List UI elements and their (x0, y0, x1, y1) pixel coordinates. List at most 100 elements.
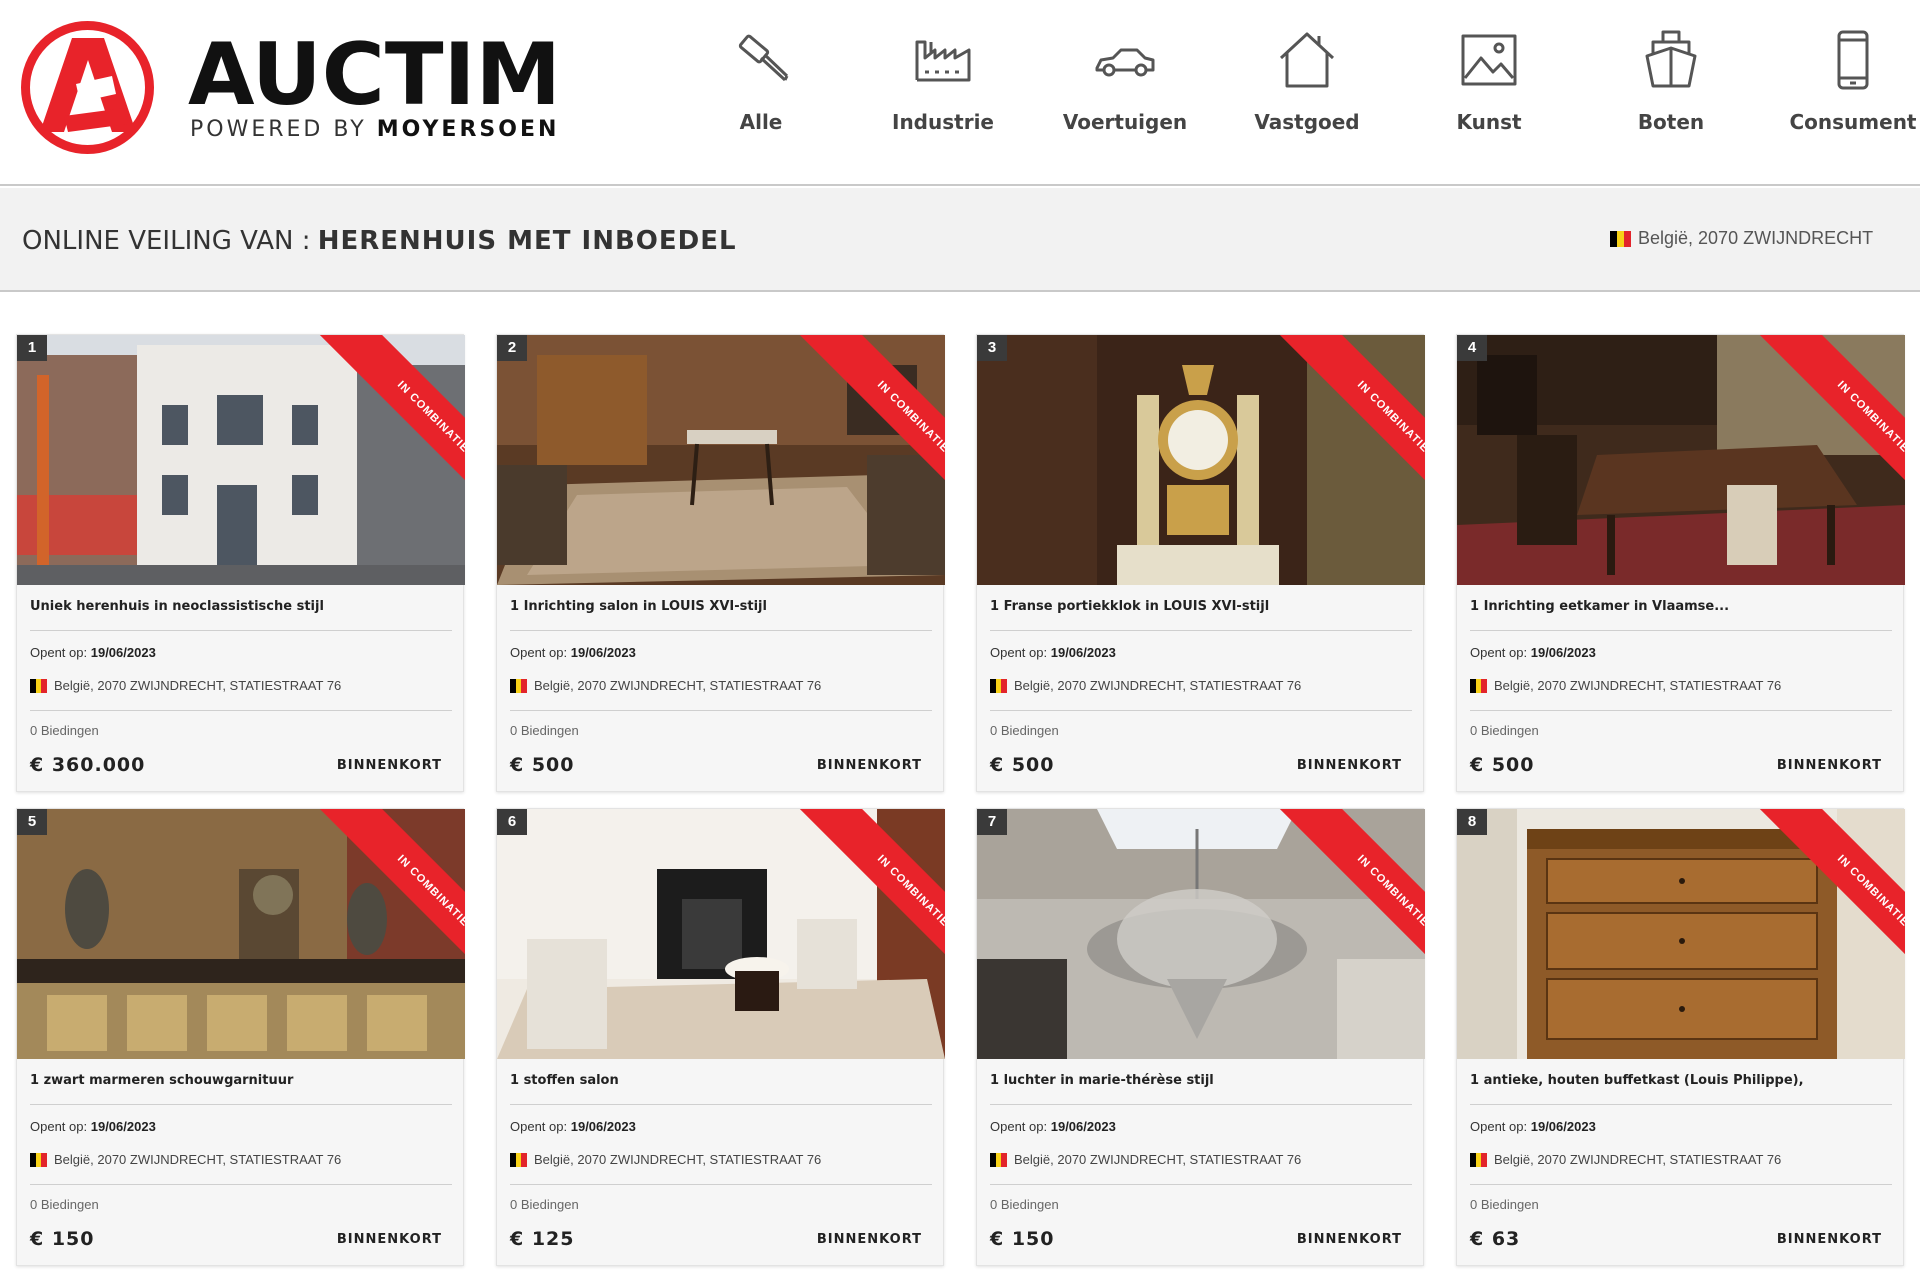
lot-status: BINNENKORT (816, 757, 922, 773)
divider (510, 710, 932, 711)
address-text: België, 2070 ZWIJNDRECHT, STATIESTRAAT 7… (54, 1152, 342, 1167)
address-text: België, 2070 ZWIJNDRECHT, STATIESTRAAT 7… (1494, 1152, 1782, 1167)
lot-card[interactable]: 7 In combinatie 1 luchter in marie-thérè… (976, 808, 1425, 1266)
lot-title[interactable]: 1 Franse portiekklok in LOUIS XVI-stijl (990, 599, 1411, 617)
belgium-flag-icon (1610, 230, 1631, 247)
lot-image[interactable]: 2 In combinatie (497, 335, 945, 585)
price-row: € 500 BINNENKORT (1470, 754, 1892, 776)
price-row: € 150 BINNENKORT (30, 1228, 452, 1250)
lot-card[interactable]: 2 In combinatie 1 Inrichting salon in LO… (496, 334, 945, 792)
lot-title[interactable]: 1 zwart marmeren schouwgarnituur (30, 1073, 451, 1091)
nav-item-boten[interactable]: Boten (1580, 28, 1762, 148)
divider (30, 630, 452, 631)
ribbon-label: In combinatie (1271, 809, 1425, 1009)
car-icon (1095, 48, 1155, 77)
lot-image[interactable]: 1 In combinatie (17, 335, 465, 585)
lot-image[interactable]: 8 In combinatie (1457, 809, 1905, 1059)
opens-label: Opent op: (1470, 645, 1528, 660)
lot-card[interactable]: 1 In combinatie Uniek herenhuis in neocl… (16, 334, 465, 792)
lot-opens: Opent op: 19/06/2023 (1470, 645, 1891, 660)
lot-number-badge: 1 (17, 335, 47, 361)
opens-label: Opent op: (30, 645, 88, 660)
lot-price: € 360.000 (30, 754, 146, 776)
nav-item-vastgoed[interactable]: Vastgoed (1216, 28, 1398, 148)
divider (990, 710, 1412, 711)
opens-label: Opent op: (1470, 1119, 1528, 1134)
lot-opens: Opent op: 19/06/2023 (30, 1119, 451, 1134)
price-row: € 500 BINNENKORT (990, 754, 1412, 776)
nav-label: Industrie (892, 110, 994, 134)
lot-image[interactable]: 5 In combinatie (17, 809, 465, 1059)
lot-status: BINNENKORT (1296, 757, 1402, 773)
lot-number-badge: 6 (497, 809, 527, 835)
nav-item-industrie[interactable]: Industrie (852, 28, 1034, 148)
lot-address: België, 2070 ZWIJNDRECHT, STATIESTRAAT 7… (1470, 678, 1891, 693)
lot-price: € 500 (510, 754, 575, 776)
belgium-flag-icon (990, 1152, 1008, 1167)
price-row: € 150 BINNENKORT (990, 1228, 1412, 1250)
divider (510, 630, 932, 631)
lot-card[interactable]: 5 In combinatie 1 zwart marmeren schouwg… (16, 808, 465, 1266)
lot-title[interactable]: 1 stoffen salon (510, 1073, 931, 1091)
lot-image[interactable]: 6 In combinatie (497, 809, 945, 1059)
auctim-logo[interactable]: AUCTIM POWERED BY MOYERSOEN (20, 20, 561, 160)
ribbon-label: In combinatie (1751, 335, 1905, 535)
lot-title[interactable]: 1 Inrichting salon in LOUIS XVI-stijl (510, 599, 931, 617)
bid-count: 0 Biedingen (30, 1197, 99, 1212)
bid-count: 0 Biedingen (510, 1197, 579, 1212)
divider (1470, 710, 1892, 711)
opens-date: 19/06/2023 (90, 1119, 156, 1134)
lot-status: BINNENKORT (336, 757, 442, 773)
nav-item-alle[interactable]: Alle (670, 28, 852, 148)
lot-address: België, 2070 ZWIJNDRECHT, STATIESTRAAT 7… (510, 1152, 931, 1167)
nav-item-kunst[interactable]: Kunst (1398, 28, 1580, 148)
factory-icon (915, 40, 971, 82)
price-row: € 360.000 BINNENKORT (30, 754, 452, 776)
lot-status: BINNENKORT (1776, 1231, 1882, 1247)
divider (30, 1184, 452, 1185)
divider (1470, 1104, 1892, 1105)
bid-count: 0 Biedingen (990, 1197, 1059, 1212)
price-row: € 500 BINNENKORT (510, 754, 932, 776)
opens-date: 19/06/2023 (570, 1119, 636, 1134)
lot-card[interactable]: 4 In combinatie 1 Inrichting eetkamer in… (1456, 334, 1905, 792)
lot-title[interactable]: 1 antieke, houten buffetkast (Louis Phil… (1470, 1073, 1891, 1091)
opens-date: 19/06/2023 (1050, 1119, 1116, 1134)
lot-card[interactable]: 8 In combinatie 1 antieke, houten buffet… (1456, 808, 1905, 1266)
logo-wordmark: AUCTIM (188, 25, 562, 125)
lot-title[interactable]: 1 luchter in marie-thérèse stijl (990, 1073, 1411, 1091)
belgium-flag-icon (1470, 1152, 1488, 1167)
nav-item-voertuigen[interactable]: Voertuigen (1034, 28, 1216, 148)
belgium-flag-icon (1470, 678, 1488, 693)
ribbon-label: In combinatie (1751, 809, 1905, 1009)
lot-image[interactable]: 3 In combinatie (977, 335, 1425, 585)
lot-number-badge: 3 (977, 335, 1007, 361)
combination-ribbon: In combinatie (1705, 335, 1905, 535)
lot-price: € 63 (1470, 1228, 1521, 1250)
opens-label: Opent op: (990, 645, 1048, 660)
lot-title[interactable]: Uniek herenhuis in neoclassistische stij… (30, 599, 451, 617)
divider (30, 710, 452, 711)
belgium-flag-icon (510, 1152, 528, 1167)
belgium-flag-icon (30, 1152, 48, 1167)
lot-address: België, 2070 ZWIJNDRECHT, STATIESTRAAT 7… (990, 1152, 1411, 1167)
lot-title[interactable]: 1 Inrichting eetkamer in Vlaamse... (1470, 599, 1891, 617)
lot-price: € 500 (990, 754, 1055, 776)
lot-image[interactable]: 4 In combinatie (1457, 335, 1905, 585)
lot-price: € 500 (1470, 754, 1535, 776)
lot-image[interactable]: 7 In combinatie (977, 809, 1425, 1059)
lot-grid: 1 In combinatie Uniek herenhuis in neocl… (16, 334, 1906, 1266)
lot-opens: Opent op: 19/06/2023 (990, 645, 1411, 660)
boat-icon (1645, 30, 1697, 88)
lot-card[interactable]: 6 In combinatie 1 stoffen salon Opent op… (496, 808, 945, 1266)
nav-item-consument[interactable]: Consument (1762, 28, 1920, 148)
lot-card[interactable]: 3 In combinatie 1 Franse portiekklok in … (976, 334, 1425, 792)
nav-label: Boten (1637, 110, 1705, 134)
bid-count: 0 Biedingen (990, 723, 1059, 738)
lot-opens: Opent op: 19/06/2023 (990, 1119, 1411, 1134)
lot-opens: Opent op: 19/06/2023 (30, 645, 451, 660)
auction-location: België, 2070 ZWIJNDRECHT (1610, 228, 1873, 249)
divider (990, 1184, 1412, 1185)
ribbon-label: In combinatie (791, 335, 945, 535)
lot-address: België, 2070 ZWIJNDRECHT, STATIESTRAAT 7… (30, 1152, 451, 1167)
